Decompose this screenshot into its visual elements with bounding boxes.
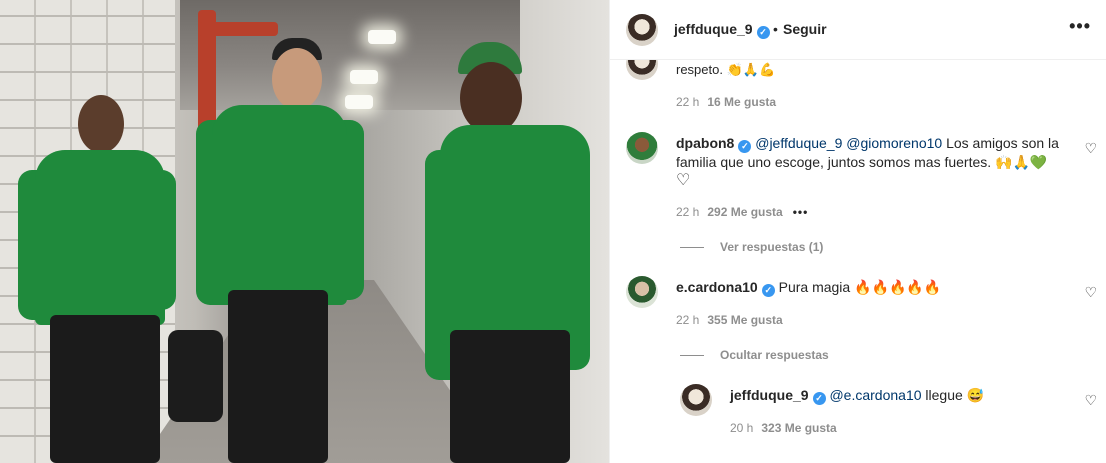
verified-badge-icon: ✓ xyxy=(761,284,775,297)
comment-time[interactable]: 22 h xyxy=(676,95,699,109)
comment-text: respeto. 👏🙏💪 xyxy=(676,62,776,77)
comment-meta: 22 h 292 Me gusta ••• xyxy=(676,205,808,219)
photo-duffel-bag xyxy=(168,330,223,422)
comment-text: dpabon8 ✓ @jeffduque_9 @giomoreno10 Los a… xyxy=(676,134,1062,190)
comment-text: e.cardona10 ✓ Pura magia 🔥🔥🔥🔥🔥 xyxy=(676,278,1062,297)
mention-link[interactable]: @e.cardona10 xyxy=(829,387,921,403)
comment-meta: 22 h 355 Me gusta xyxy=(676,313,783,327)
hide-replies-button[interactable]: Ocultar respuestas xyxy=(680,348,829,362)
verified-badge-icon: ✓ xyxy=(738,140,752,153)
more-options-icon[interactable]: ••• xyxy=(1069,16,1091,37)
photo-light xyxy=(368,30,396,44)
comment-time[interactable]: 22 h xyxy=(676,205,699,219)
mention-link[interactable]: @jeffduque_9 xyxy=(755,135,842,151)
comment-avatar[interactable] xyxy=(626,276,658,308)
reply-likes[interactable]: 323 Me gusta xyxy=(761,421,836,435)
verified-badge-icon: ✓ xyxy=(812,392,826,405)
comment-avatar[interactable] xyxy=(626,132,658,164)
comment-likes[interactable]: 355 Me gusta xyxy=(707,313,782,327)
reply-meta: 20 h 323 Me gusta xyxy=(730,421,837,435)
comment-more-icon[interactable]: ••• xyxy=(793,205,809,219)
comment-username[interactable]: dpabon8 xyxy=(676,135,734,151)
reply-avatar[interactable] xyxy=(680,384,712,416)
comment-meta: 22 h 16 Me gusta xyxy=(676,95,776,109)
post-photo[interactable] xyxy=(0,0,609,463)
heart-outline-icon[interactable]: ♡ xyxy=(676,172,690,189)
mention-link[interactable]: @giomoreno10 xyxy=(846,135,942,151)
post-header: jeffduque_9 ✓ • Seguir ••• xyxy=(610,0,1106,60)
like-comment-heart-icon[interactable]: ♡ xyxy=(1084,284,1097,301)
follow-button[interactable]: Seguir xyxy=(783,21,827,37)
reply-username[interactable]: jeffduque_9 xyxy=(730,387,809,403)
photo-light xyxy=(345,95,373,109)
comments-panel: jeffduque_9 ✓ • Seguir ••• respeto. 👏🙏💪 2… xyxy=(609,0,1106,463)
like-reply-heart-icon[interactable]: ♡ xyxy=(1084,392,1097,409)
reply-body: llegue 😅 xyxy=(921,387,985,403)
photo-pipe xyxy=(198,22,278,36)
comment-likes[interactable]: 16 Me gusta xyxy=(707,95,776,109)
photo-light xyxy=(350,70,378,84)
verified-badge-icon: ✓ xyxy=(756,26,770,39)
reply-time[interactable]: 20 h xyxy=(730,421,753,435)
comment-likes[interactable]: 292 Me gusta xyxy=(707,205,782,219)
like-comment-heart-icon[interactable]: ♡ xyxy=(1084,140,1097,157)
comment-time[interactable]: 22 h xyxy=(676,313,699,327)
comment-username[interactable]: e.cardona10 xyxy=(676,279,758,295)
reply-text: jeffduque_9 ✓ @e.cardona10 llegue 😅 xyxy=(730,386,1070,405)
view-replies-button[interactable]: Ver respuestas (1) xyxy=(680,240,823,254)
author-username[interactable]: jeffduque_9 ✓ xyxy=(674,21,770,39)
author-avatar[interactable] xyxy=(626,14,658,46)
comment-body: Pura magia 🔥🔥🔥🔥🔥 xyxy=(778,279,942,295)
header-separator: • xyxy=(773,21,778,37)
